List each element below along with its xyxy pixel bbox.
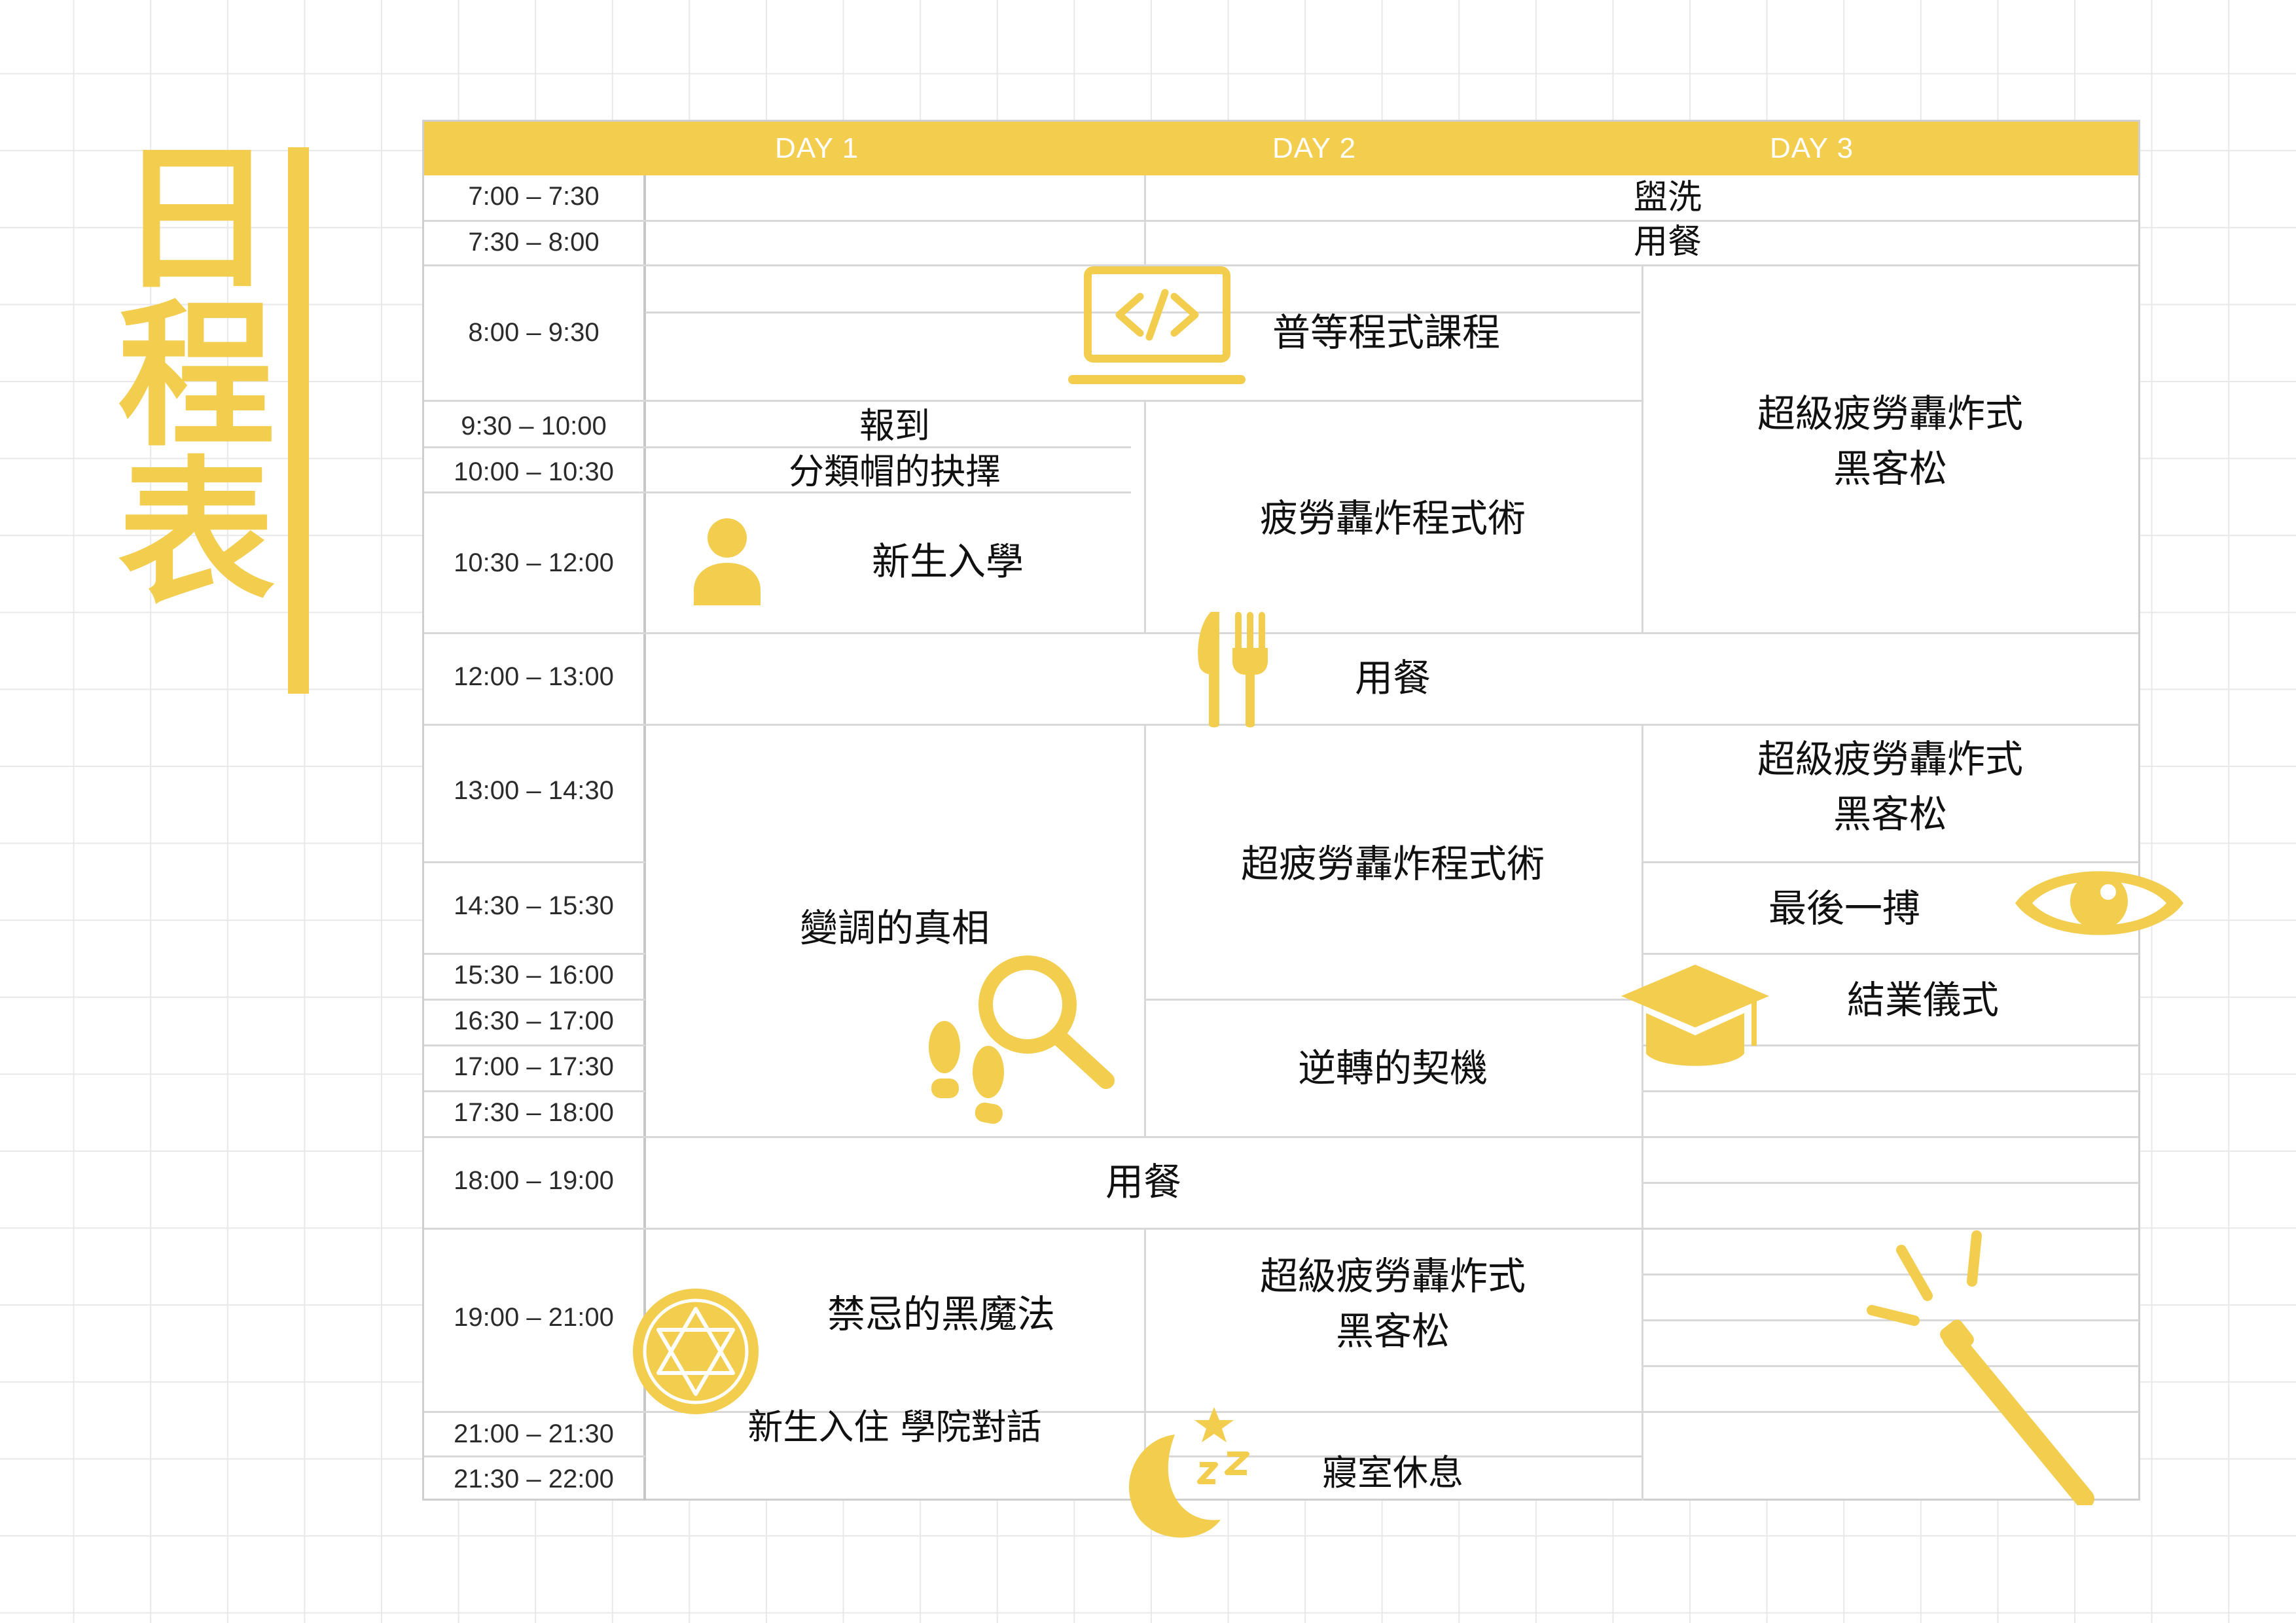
title-char: 日 bbox=[117, 128, 275, 311]
row-divider bbox=[424, 1044, 645, 1046]
row-divider bbox=[1641, 1182, 2139, 1184]
row-divider bbox=[424, 1455, 645, 1457]
row-divider bbox=[424, 724, 2138, 726]
event-checkin: 報到 bbox=[859, 405, 930, 446]
row-divider bbox=[424, 264, 2138, 266]
day-3-header: DAY 3 bbox=[1769, 132, 1854, 164]
row-divider bbox=[424, 999, 645, 1001]
person-icon bbox=[694, 518, 761, 605]
fork-knife-icon bbox=[1198, 612, 1268, 728]
event-wash: 盥洗 bbox=[1633, 178, 1702, 217]
time-label: 7:00 – 7:30 bbox=[468, 182, 600, 211]
time-label: 10:00 – 10:30 bbox=[454, 457, 614, 486]
event-final-fight: 最後一搏 bbox=[1768, 886, 1920, 931]
event-breakfast: 用餐 bbox=[1633, 223, 1702, 262]
row-divider bbox=[1144, 999, 1641, 1001]
time-label: 15:30 – 16:00 bbox=[454, 961, 614, 990]
time-label: 21:00 – 21:30 bbox=[454, 1419, 614, 1448]
time-label: 17:00 – 17:30 bbox=[454, 1052, 614, 1081]
time-label: 12:00 – 13:00 bbox=[454, 662, 614, 691]
title-char: 表 bbox=[117, 442, 275, 625]
time-label: 7:30 – 8:00 bbox=[468, 228, 600, 257]
time-label: 13:00 – 14:30 bbox=[454, 776, 614, 805]
event-dinner: 用餐 bbox=[1105, 1160, 1181, 1204]
event-truth: 變調的真相 bbox=[799, 906, 990, 950]
event-day2-fatigue: 疲勞轟炸程式術 bbox=[1259, 496, 1526, 541]
event-dark-magic: 禁忌的黑魔法 bbox=[827, 1292, 1055, 1336]
magic-wand-icon bbox=[1867, 1230, 2094, 1505]
eye-icon bbox=[2015, 871, 2183, 935]
time-label: 14:30 – 15:30 bbox=[454, 891, 614, 920]
time-label: 19:00 – 21:00 bbox=[454, 1303, 614, 1332]
row-divider bbox=[424, 953, 645, 955]
event-day3-hackathon-2: 超級疲勞轟炸式 黑客松 bbox=[1757, 737, 2023, 836]
graduation-cap-icon bbox=[1621, 965, 1769, 1066]
title-accent-bar bbox=[288, 147, 309, 694]
row-divider bbox=[1641, 953, 2139, 955]
title-char: 程 bbox=[117, 285, 275, 468]
row-divider bbox=[1641, 1090, 2139, 1092]
moon-sleep-icon bbox=[1129, 1407, 1249, 1538]
time-label: 9:30 – 10:00 bbox=[461, 412, 607, 440]
day-2-header: DAY 2 bbox=[1272, 132, 1357, 164]
row-divider bbox=[424, 1090, 645, 1092]
time-label: 21:30 – 22:00 bbox=[454, 1465, 614, 1493]
row-divider bbox=[424, 220, 2138, 222]
row-divider bbox=[424, 400, 1641, 402]
row-divider bbox=[424, 632, 2138, 634]
event-course: 普等程式課程 bbox=[1272, 310, 1500, 355]
row-divider bbox=[424, 1228, 2138, 1230]
event-new-student: 新生入學 bbox=[871, 539, 1024, 584]
page-title: 日 程 表 bbox=[111, 141, 281, 612]
footprints-icon bbox=[929, 1021, 1004, 1124]
event-day2-hackathon: 超級疲勞轟炸式 黑客松 bbox=[1259, 1254, 1526, 1353]
time-label: 8:00 – 9:30 bbox=[468, 318, 600, 347]
time-label: 16:30 – 17:00 bbox=[454, 1007, 614, 1035]
event-sorting-hat: 分類帽的抉擇 bbox=[789, 451, 1001, 492]
event-day2-super-fatigue: 超疲勞轟炸程式術 bbox=[1240, 842, 1545, 886]
time-label: 10:30 – 12:00 bbox=[454, 548, 614, 577]
column-divider bbox=[1144, 175, 1146, 264]
time-label: 18:00 – 19:00 bbox=[454, 1166, 614, 1195]
event-day3-hackathon-1: 超級疲勞轟炸式 黑客松 bbox=[1757, 391, 2023, 491]
laptop-code-icon bbox=[1068, 266, 1246, 384]
row-divider bbox=[424, 1136, 2138, 1138]
day-1-header: DAY 1 bbox=[774, 132, 859, 164]
time-label: 17:30 – 18:00 bbox=[454, 1098, 614, 1127]
event-turnaround: 逆轉的契機 bbox=[1297, 1046, 1488, 1090]
row-divider bbox=[424, 861, 645, 863]
star-of-david-icon bbox=[633, 1289, 759, 1414]
